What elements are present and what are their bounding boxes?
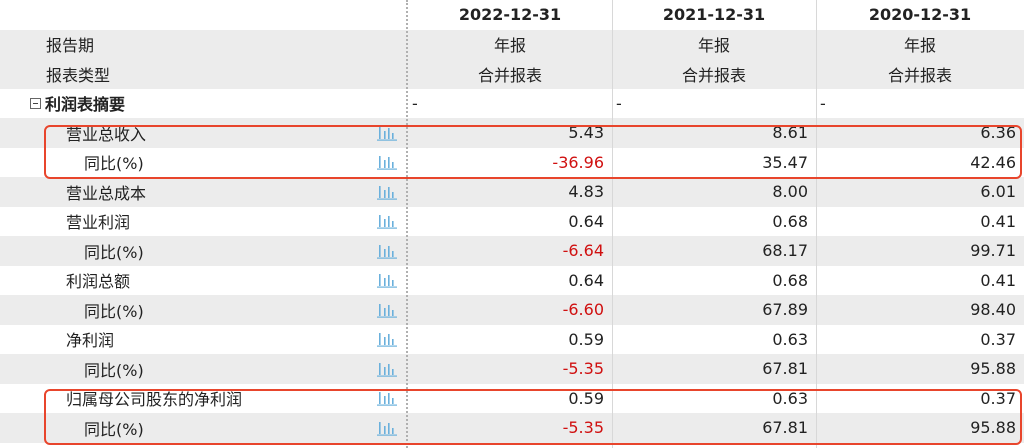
value-cell: 0.41 [980,270,1016,290]
value-cell: 0.41 [980,211,1016,231]
value-cell: 6.01 [980,182,1016,202]
bar-chart-icon[interactable] [376,183,398,201]
value-cell: 年报 [493,36,526,56]
column-divider[interactable] [406,0,408,448]
table-row[interactable]: 营业利润 0.64 0.68 0.41 [0,206,1024,236]
value-cell: -5.35 [562,359,604,379]
bar-chart-icon[interactable] [376,301,398,319]
value-cell: 98.40 [970,300,1016,320]
financial-table: 2022-12-31 2021-12-31 2020-12-31 报告期 年报 … [0,0,1024,443]
value-cell: -6.64 [562,241,604,261]
value-cell: 0.68 [772,270,808,290]
value-cell: 67.81 [762,359,808,379]
value-cell: 0.63 [772,329,808,349]
value-cell: 0.59 [568,329,604,349]
value-cell: 67.89 [762,300,808,320]
report-period-label: 报告期 [46,36,95,56]
column-divider [816,0,817,448]
value-cell: 合并报表 [477,65,542,85]
value-cell: - [616,93,622,113]
value-cell: 合并报表 [681,65,746,85]
bar-chart-icon[interactable] [376,242,398,260]
highlight-box-net-profit-parent [44,389,1022,445]
table-row[interactable]: 利润总额 0.64 0.68 0.41 [0,265,1024,295]
column-header-2022[interactable]: 2022-12-31 [408,0,612,30]
value-cell: -6.60 [562,300,604,320]
value-cell: - [412,93,418,113]
column-header-2021[interactable]: 2021-12-31 [612,0,816,30]
report-type-row: 报表类型 合并报表 合并报表 合并报表 [0,59,1024,89]
collapse-minus-icon[interactable] [30,97,41,109]
row-label: 营业总成本 [66,183,147,203]
value-cell: 99.71 [970,241,1016,261]
bar-chart-icon[interactable] [376,360,398,378]
value-cell: 0.64 [568,211,604,231]
value-cell: 年报 [903,36,936,56]
row-label: 营业利润 [66,213,131,233]
header-spacer [0,0,408,30]
value-cell: 年报 [697,36,730,56]
table-row[interactable]: 净利润 0.59 0.63 0.37 [0,324,1024,354]
table-row[interactable]: 同比(%) -6.60 67.89 98.40 [0,295,1024,325]
table-row[interactable]: 营业总成本 4.83 8.00 6.01 [0,177,1024,207]
bar-chart-icon[interactable] [376,330,398,348]
value-cell: 4.83 [568,182,604,202]
highlight-box-revenue [44,125,1022,179]
value-cell: 0.37 [980,329,1016,349]
bar-chart-icon[interactable] [376,212,398,230]
bar-chart-icon[interactable] [376,271,398,289]
table-row[interactable]: 同比(%) -5.35 67.81 95.88 [0,354,1024,384]
report-type-label: 报表类型 [46,65,111,85]
table-row[interactable]: 同比(%) -6.64 68.17 99.71 [0,236,1024,266]
row-label: 利润总额 [66,272,131,292]
column-divider [612,0,613,448]
value-cell: 68.17 [762,241,808,261]
section-row-income-summary[interactable]: 利润表摘要 - - - [0,88,1024,118]
value-cell: 95.88 [970,359,1016,379]
row-label: 同比(%) [84,301,144,321]
section-label: 利润表摘要 [45,95,126,115]
value-cell: 0.64 [568,270,604,290]
column-header-2020[interactable]: 2020-12-31 [816,0,1024,30]
value-cell: 0.68 [772,211,808,231]
row-label: 同比(%) [84,242,144,262]
value-cell: 8.00 [772,182,808,202]
value-cell: 合并报表 [887,65,952,85]
value-cell: - [820,93,826,113]
column-header-row: 2022-12-31 2021-12-31 2020-12-31 [0,0,1024,30]
row-label: 同比(%) [84,360,144,380]
report-period-row: 报告期 年报 年报 年报 [0,29,1024,59]
row-label: 净利润 [66,331,115,351]
